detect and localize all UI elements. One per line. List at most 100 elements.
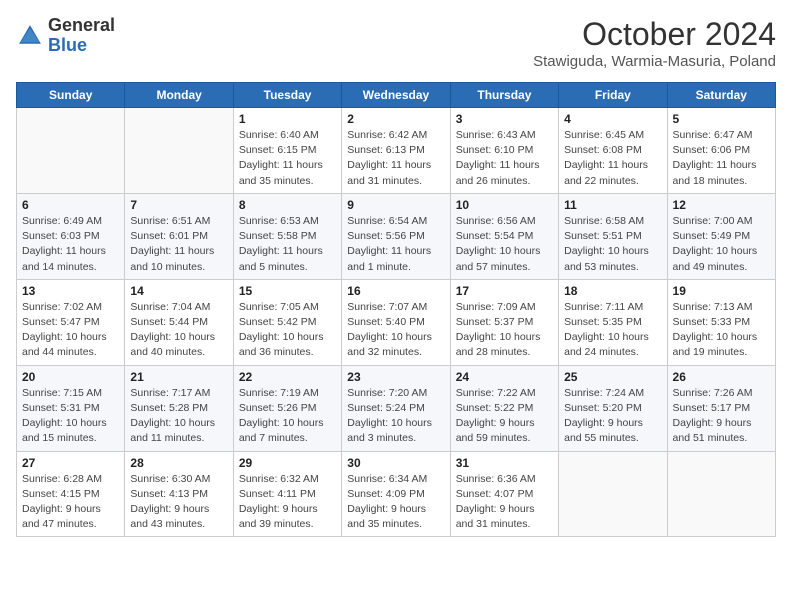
day-detail: Sunrise: 7:19 AMSunset: 5:26 PMDaylight:…: [239, 386, 336, 447]
day-number: 30: [347, 456, 444, 470]
day-number: 28: [130, 456, 227, 470]
day-number: 27: [22, 456, 119, 470]
day-number: 25: [564, 370, 661, 384]
calendar-cell: 26 Sunrise: 7:26 AMSunset: 5:17 PMDayligh…: [667, 365, 775, 451]
day-detail: Sunrise: 7:04 AMSunset: 5:44 PMDaylight:…: [130, 300, 227, 361]
day-detail: Sunrise: 6:34 AMSunset: 4:09 PMDaylight:…: [347, 472, 444, 533]
day-number: 11: [564, 198, 661, 212]
day-detail: Sunrise: 7:13 AMSunset: 5:33 PMDaylight:…: [673, 300, 770, 361]
calendar-cell: 21 Sunrise: 7:17 AMSunset: 5:28 PMDayligh…: [125, 365, 233, 451]
calendar-header-saturday: Saturday: [667, 83, 775, 108]
day-number: 31: [456, 456, 553, 470]
day-detail: Sunrise: 6:36 AMSunset: 4:07 PMDaylight:…: [456, 472, 553, 533]
logo-blue-text: Blue: [48, 35, 87, 55]
calendar-header-friday: Friday: [559, 83, 667, 108]
calendar-cell: [17, 108, 125, 194]
title-block: October 2024 Stawiguda, Warmia-Masuria, …: [533, 16, 776, 70]
logo: General Blue: [16, 16, 115, 56]
calendar-cell: 28 Sunrise: 6:30 AMSunset: 4:13 PMDayligh…: [125, 451, 233, 537]
day-number: 23: [347, 370, 444, 384]
day-detail: Sunrise: 6:30 AMSunset: 4:13 PMDaylight:…: [130, 472, 227, 533]
day-number: 14: [130, 284, 227, 298]
day-detail: Sunrise: 6:58 AMSunset: 5:51 PMDaylight:…: [564, 214, 661, 275]
day-detail: Sunrise: 7:22 AMSunset: 5:22 PMDaylight:…: [456, 386, 553, 447]
day-number: 9: [347, 198, 444, 212]
calendar-cell: 31 Sunrise: 6:36 AMSunset: 4:07 PMDayligh…: [450, 451, 558, 537]
calendar-cell: 14 Sunrise: 7:04 AMSunset: 5:44 PMDayligh…: [125, 279, 233, 365]
location-title: Stawiguda, Warmia-Masuria, Poland: [533, 53, 776, 70]
day-detail: Sunrise: 7:02 AMSunset: 5:47 PMDaylight:…: [22, 300, 119, 361]
day-detail: Sunrise: 7:26 AMSunset: 5:17 PMDaylight:…: [673, 386, 770, 447]
day-detail: Sunrise: 7:09 AMSunset: 5:37 PMDaylight:…: [456, 300, 553, 361]
day-number: 18: [564, 284, 661, 298]
day-detail: Sunrise: 7:17 AMSunset: 5:28 PMDaylight:…: [130, 386, 227, 447]
page-header: General Blue October 2024 Stawiguda, War…: [16, 16, 776, 70]
calendar-cell: 24 Sunrise: 7:22 AMSunset: 5:22 PMDayligh…: [450, 365, 558, 451]
calendar-cell: 19 Sunrise: 7:13 AMSunset: 5:33 PMDayligh…: [667, 279, 775, 365]
calendar-cell: 29 Sunrise: 6:32 AMSunset: 4:11 PMDayligh…: [233, 451, 341, 537]
day-number: 8: [239, 198, 336, 212]
day-number: 21: [130, 370, 227, 384]
day-detail: Sunrise: 7:11 AMSunset: 5:35 PMDaylight:…: [564, 300, 661, 361]
calendar-cell: 23Sunrise: 7:20 AMSunset: 5:24 PMDayligh…: [342, 365, 450, 451]
calendar-header-thursday: Thursday: [450, 83, 558, 108]
day-detail: Sunrise: 6:49 AMSunset: 6:03 PMDaylight:…: [22, 214, 119, 275]
day-number: 2: [347, 112, 444, 126]
calendar-cell: 17 Sunrise: 7:09 AMSunset: 5:37 PMDayligh…: [450, 279, 558, 365]
calendar-header-row: SundayMondayTuesdayWednesdayThursdayFrid…: [17, 83, 776, 108]
day-detail: Sunrise: 6:42 AMSunset: 6:13 PMDaylight:…: [347, 128, 444, 189]
day-detail: Sunrise: 7:05 AMSunset: 5:42 PMDaylight:…: [239, 300, 336, 361]
calendar-table: SundayMondayTuesdayWednesdayThursdayFrid…: [16, 82, 776, 537]
day-detail: Sunrise: 6:54 AMSunset: 5:56 PMDaylight:…: [347, 214, 444, 275]
logo-icon: [16, 22, 44, 50]
calendar-week-4: 20Sunrise: 7:15 AMSunset: 5:31 PMDayligh…: [17, 365, 776, 451]
day-detail: Sunrise: 6:47 AMSunset: 6:06 PMDaylight:…: [673, 128, 770, 189]
calendar-cell: 2 Sunrise: 6:42 AMSunset: 6:13 PMDaylight…: [342, 108, 450, 194]
day-number: 15: [239, 284, 336, 298]
day-detail: Sunrise: 6:45 AMSunset: 6:08 PMDaylight:…: [564, 128, 661, 189]
day-detail: Sunrise: 7:07 AMSunset: 5:40 PMDaylight:…: [347, 300, 444, 361]
day-detail: Sunrise: 6:53 AMSunset: 5:58 PMDaylight:…: [239, 214, 336, 275]
calendar-cell: 8 Sunrise: 6:53 AMSunset: 5:58 PMDaylight…: [233, 193, 341, 279]
calendar-header-monday: Monday: [125, 83, 233, 108]
calendar-cell: 13 Sunrise: 7:02 AMSunset: 5:47 PMDayligh…: [17, 279, 125, 365]
day-detail: Sunrise: 6:56 AMSunset: 5:54 PMDaylight:…: [456, 214, 553, 275]
day-number: 13: [22, 284, 119, 298]
day-number: 17: [456, 284, 553, 298]
day-number: 16: [347, 284, 444, 298]
calendar-cell: 10Sunrise: 6:56 AMSunset: 5:54 PMDayligh…: [450, 193, 558, 279]
calendar-cell: 1 Sunrise: 6:40 AMSunset: 6:15 PMDaylight…: [233, 108, 341, 194]
day-number: 1: [239, 112, 336, 126]
calendar-cell: [559, 451, 667, 537]
day-detail: Sunrise: 6:28 AMSunset: 4:15 PMDaylight:…: [22, 472, 119, 533]
day-detail: Sunrise: 7:00 AMSunset: 5:49 PMDaylight:…: [673, 214, 770, 275]
day-number: 7: [130, 198, 227, 212]
calendar-cell: 18 Sunrise: 7:11 AMSunset: 5:35 PMDayligh…: [559, 279, 667, 365]
calendar-cell: 5Sunrise: 6:47 AMSunset: 6:06 PMDaylight…: [667, 108, 775, 194]
calendar-cell: 25Sunrise: 7:24 AMSunset: 5:20 PMDayligh…: [559, 365, 667, 451]
day-number: 19: [673, 284, 770, 298]
day-detail: Sunrise: 7:15 AMSunset: 5:31 PMDaylight:…: [22, 386, 119, 447]
calendar-header-sunday: Sunday: [17, 83, 125, 108]
day-detail: Sunrise: 6:40 AMSunset: 6:15 PMDaylight:…: [239, 128, 336, 189]
calendar-cell: [667, 451, 775, 537]
calendar-week-2: 6Sunrise: 6:49 AMSunset: 6:03 PMDaylight…: [17, 193, 776, 279]
calendar-week-1: 1 Sunrise: 6:40 AMSunset: 6:15 PMDaylight…: [17, 108, 776, 194]
calendar-cell: 16 Sunrise: 7:07 AMSunset: 5:40 PMDayligh…: [342, 279, 450, 365]
calendar-cell: 3 Sunrise: 6:43 AMSunset: 6:10 PMDaylight…: [450, 108, 558, 194]
day-number: 3: [456, 112, 553, 126]
calendar-cell: 11 Sunrise: 6:58 AMSunset: 5:51 PMDayligh…: [559, 193, 667, 279]
calendar-cell: 6Sunrise: 6:49 AMSunset: 6:03 PMDaylight…: [17, 193, 125, 279]
calendar-cell: 12Sunrise: 7:00 AMSunset: 5:49 PMDayligh…: [667, 193, 775, 279]
calendar-cell: 30 Sunrise: 6:34 AMSunset: 4:09 PMDayligh…: [342, 451, 450, 537]
calendar-cell: 22 Sunrise: 7:19 AMSunset: 5:26 PMDayligh…: [233, 365, 341, 451]
day-number: 24: [456, 370, 553, 384]
day-detail: Sunrise: 6:43 AMSunset: 6:10 PMDaylight:…: [456, 128, 553, 189]
day-number: 4: [564, 112, 661, 126]
day-detail: Sunrise: 6:32 AMSunset: 4:11 PMDaylight:…: [239, 472, 336, 533]
logo-general-text: General: [48, 15, 115, 35]
day-number: 26: [673, 370, 770, 384]
calendar-cell: 20Sunrise: 7:15 AMSunset: 5:31 PMDayligh…: [17, 365, 125, 451]
day-number: 22: [239, 370, 336, 384]
day-number: 29: [239, 456, 336, 470]
